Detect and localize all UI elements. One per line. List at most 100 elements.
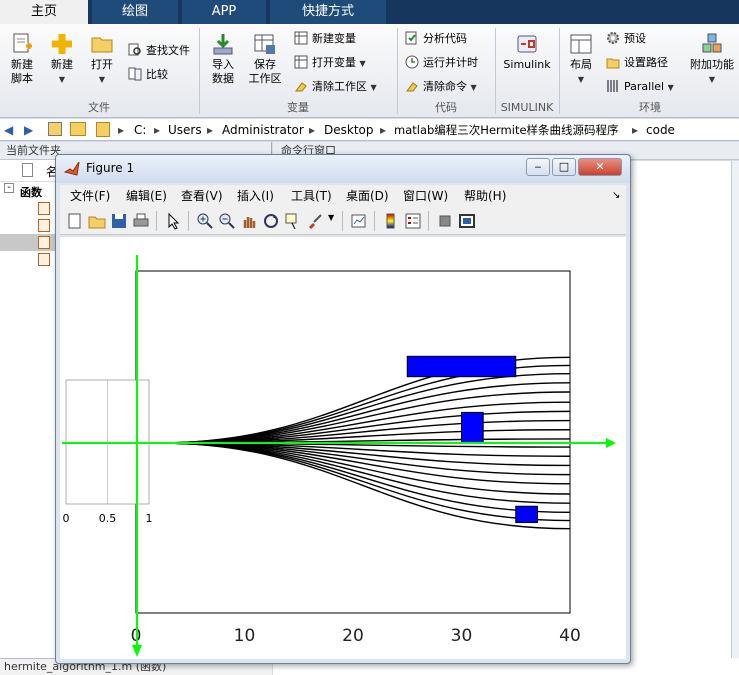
new-script-button[interactable]: 新建 脚本 <box>4 32 40 86</box>
import-icon <box>213 34 233 55</box>
figure-canvas[interactable]: 00.51010203040 <box>60 237 626 659</box>
compare-button[interactable]: 比较 <box>128 66 168 84</box>
file-icon <box>22 163 33 177</box>
menu-tools[interactable]: 工具(T) <box>291 185 332 207</box>
brush-icon[interactable] <box>306 212 324 230</box>
figure-menubar: 文件(F) 编辑(E) 查看(V) 插入(I) 工具(T) 桌面(D) 窗口(W… <box>60 185 626 207</box>
layout-button[interactable]: 布局 ▼ <box>564 32 598 87</box>
new-button[interactable]: 新建 ▼ <box>46 32 78 87</box>
vertical-scrollbar[interactable] <box>731 161 739 658</box>
pan-hand-icon[interactable] <box>240 212 258 230</box>
ribbon-tab-bar: 主页 绘图 APP 快捷方式 <box>0 0 739 24</box>
m-file-icon <box>38 253 50 266</box>
figure-toolbar: ▼ <box>60 207 626 235</box>
zoom-in-icon[interactable] <box>196 212 214 230</box>
back-arrow-icon[interactable]: ◀ <box>4 119 13 141</box>
find-files-label: 查找文件 <box>146 44 190 57</box>
minimize-button[interactable]: ‒ <box>526 158 550 176</box>
parallel-button[interactable]: Parallel ▼ <box>606 78 674 96</box>
find-files-button[interactable]: 查找文件 <box>128 42 190 60</box>
open-button[interactable]: 打开 ▼ <box>86 32 118 87</box>
open-variable-button[interactable]: 打开变量 ▼ <box>294 54 366 72</box>
preferences-label: 预设 <box>624 32 646 45</box>
add-ons-icon <box>702 33 722 53</box>
add-ons-button[interactable]: 附加功能 ▼ <box>688 32 736 87</box>
breadcrumb-separator-icon: ▸ <box>154 123 161 137</box>
clear-commands-button[interactable]: 清除命令 ▼ <box>405 78 477 96</box>
colorbar-icon[interactable] <box>382 212 400 230</box>
import-data-label: 导入 数据 <box>212 58 234 85</box>
rotate-3d-icon[interactable] <box>262 212 280 230</box>
parallel-label: Parallel <box>624 80 665 93</box>
new-variable-button[interactable]: 新建变量 <box>294 30 356 48</box>
breadcrumb-item[interactable]: Users <box>168 119 202 141</box>
print-icon[interactable] <box>132 212 150 230</box>
toolbar-separator <box>342 211 343 231</box>
clear-workspace-button[interactable]: 清除工作区 ▼ <box>294 78 377 96</box>
tab-home[interactable]: 主页 <box>0 0 88 24</box>
preferences-button[interactable]: 预设 <box>606 30 646 48</box>
menu-insert[interactable]: 插入(I) <box>237 185 274 207</box>
forward-arrow-icon[interactable]: ▶ <box>24 119 33 141</box>
import-data-button[interactable]: 导入 数据 <box>206 32 240 86</box>
brush-dropdown-icon[interactable]: ▼ <box>328 213 334 222</box>
set-path-button[interactable]: 设置路径 <box>606 54 668 72</box>
save-icon[interactable] <box>110 212 128 230</box>
close-button[interactable]: ✕ <box>578 158 622 176</box>
zoom-out-icon[interactable] <box>218 212 236 230</box>
new-figure-icon[interactable] <box>66 212 84 230</box>
tab-apps[interactable]: APP <box>182 0 266 24</box>
breadcrumb-separator-icon: ▸ <box>118 123 125 137</box>
new-variable-icon <box>294 31 308 45</box>
matlab-logo-icon <box>64 161 80 176</box>
collapse-icon[interactable]: - <box>4 183 14 193</box>
menu-file[interactable]: 文件(F) <box>70 185 110 207</box>
breadcrumb-item[interactable]: Desktop <box>324 119 374 141</box>
breadcrumb-item[interactable]: Administrator <box>222 119 304 141</box>
browse-folder-icon[interactable] <box>70 122 86 136</box>
new-script-label: 新建 脚本 <box>11 58 33 85</box>
dock-arrow-icon[interactable]: ↘ <box>612 185 620 207</box>
run-and-time-button[interactable]: 运行并计时 <box>405 54 478 72</box>
add-ons-label: 附加功能 <box>690 58 734 71</box>
clear-commands-label: 清除命令 <box>423 80 467 93</box>
save-workspace-button[interactable]: 保存 工作区 <box>246 32 284 86</box>
function-group-label: 函数 <box>20 186 42 199</box>
set-path-icon <box>606 58 620 69</box>
save-workspace-label: 保存 工作区 <box>248 58 282 85</box>
pointer-icon[interactable] <box>164 212 182 230</box>
menu-desktop[interactable]: 桌面(D) <box>346 185 389 207</box>
maximize-button[interactable]: □ <box>552 158 576 176</box>
figure-title-bar[interactable]: Figure 1 ‒ □ ✕ <box>56 155 630 183</box>
analyze-code-button[interactable]: 分析代码 <box>405 30 467 48</box>
compare-label: 比较 <box>146 68 168 81</box>
link-plot-icon[interactable] <box>350 212 368 230</box>
tab-shortcuts[interactable]: 快捷方式 <box>270 0 386 24</box>
open-label: 打开 <box>91 58 113 71</box>
up-folder-icon[interactable] <box>48 122 62 136</box>
hide-plot-tools-icon[interactable] <box>436 212 454 230</box>
legend-icon[interactable] <box>404 212 422 230</box>
run-and-time-icon <box>405 55 419 69</box>
analyze-code-label: 分析代码 <box>423 32 467 45</box>
figure-window: Figure 1 ‒ □ ✕ 文件(F) 编辑(E) 查看(V) 插入(I) 工… <box>55 154 631 664</box>
menu-view[interactable]: 查看(V) <box>181 185 223 207</box>
open-file-icon[interactable] <box>88 212 106 230</box>
find-files-icon <box>128 43 141 56</box>
menu-help[interactable]: 帮助(H) <box>464 185 506 207</box>
tab-plots[interactable]: 绘图 <box>92 0 178 24</box>
save-workspace-icon <box>254 34 275 54</box>
breadcrumb-item[interactable]: code <box>646 119 675 141</box>
breadcrumb-item[interactable]: C: <box>134 119 146 141</box>
open-variable-label: 打开变量 <box>312 56 356 69</box>
m-file-icon <box>38 236 50 249</box>
breadcrumb-item[interactable]: matlab编程三次Hermite样条曲线源码程序 <box>394 119 619 141</box>
data-cursor-icon[interactable] <box>284 212 302 230</box>
simulink-button[interactable]: Simulink <box>500 32 554 72</box>
inset-tick-label: 0 <box>63 512 70 525</box>
show-plot-tools-icon[interactable] <box>458 212 476 230</box>
toolbar-separator <box>156 211 157 231</box>
menu-edit[interactable]: 编辑(E) <box>126 185 167 207</box>
menu-window[interactable]: 窗口(W) <box>403 185 448 207</box>
plus-icon <box>52 34 72 54</box>
